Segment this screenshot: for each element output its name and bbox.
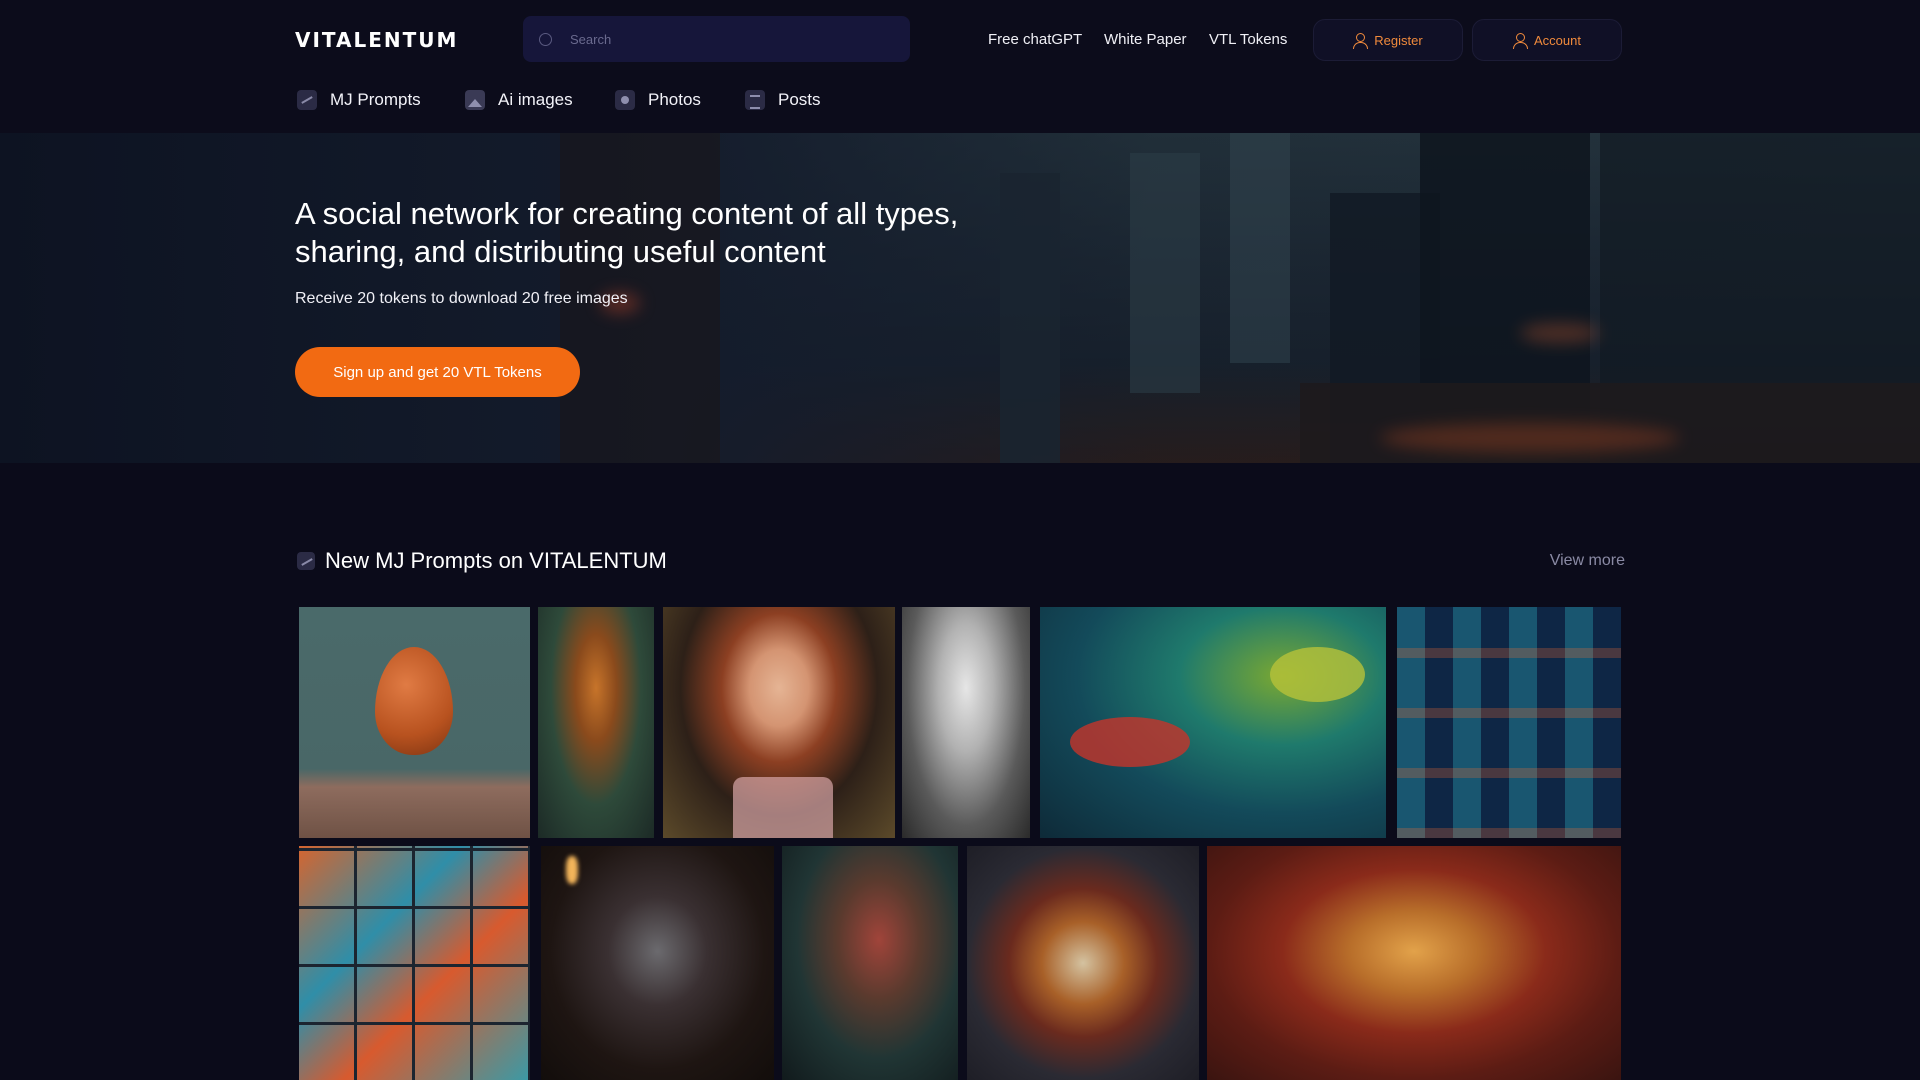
gallery-tile-fish[interactable] xyxy=(1040,607,1386,838)
user-icon xyxy=(1353,32,1369,49)
category-mj-prompts[interactable]: MJ Prompts xyxy=(297,90,421,110)
site-logo[interactable]: VITALENTUM xyxy=(295,28,458,52)
account-label: Account xyxy=(1534,32,1581,48)
hero-subtitle: Receive 20 tokens to download 20 free im… xyxy=(295,290,628,307)
gallery-tile-raccoon[interactable] xyxy=(541,846,774,1080)
gallery-tile-tiger[interactable] xyxy=(538,607,654,838)
hero-title: A social network for creating content of… xyxy=(295,196,959,269)
trend-icon xyxy=(297,552,315,570)
view-more-link[interactable]: View more xyxy=(1550,552,1625,570)
search-icon xyxy=(539,32,552,46)
search-bar[interactable] xyxy=(523,16,910,62)
register-label: Register xyxy=(1374,32,1423,48)
section-title: New MJ Prompts on VITALENTUM xyxy=(325,548,667,573)
nav-vtl-tokens[interactable]: VTL Tokens xyxy=(1209,31,1287,48)
signup-cta-button[interactable]: Sign up and get 20 VTL Tokens xyxy=(295,347,580,397)
category-posts[interactable]: Posts xyxy=(745,90,821,110)
image-icon xyxy=(465,90,485,110)
trend-icon xyxy=(297,90,317,110)
search-input[interactable] xyxy=(570,31,870,47)
hero-banner: A social network for creating content of… xyxy=(0,133,1920,463)
section-heading: New MJ Prompts on VITALENTUM xyxy=(297,548,667,574)
account-button[interactable]: Account xyxy=(1472,19,1622,61)
gallery-tile-lion[interactable] xyxy=(1207,846,1621,1080)
nav-free-chatgpt[interactable]: Free chatGPT xyxy=(988,31,1082,48)
category-ai-images[interactable]: Ai images xyxy=(465,90,573,110)
category-label: MJ Prompts xyxy=(330,90,421,109)
register-button[interactable]: Register xyxy=(1313,19,1463,61)
category-label: Posts xyxy=(778,90,821,109)
nav-white-paper[interactable]: White Paper xyxy=(1104,31,1187,48)
category-label: Ai images xyxy=(498,90,573,109)
gallery-tile-ornate-lion[interactable] xyxy=(967,846,1199,1080)
gallery-tile-chameleon[interactable] xyxy=(782,846,958,1080)
gallery-tile-egg[interactable] xyxy=(299,607,530,838)
gallery-tile-woman[interactable] xyxy=(663,607,895,838)
top-header: VITALENTUM Free chatGPT White Paper VTL … xyxy=(0,0,1920,133)
posts-icon xyxy=(745,90,765,110)
category-photos[interactable]: Photos xyxy=(615,90,701,110)
gallery-tile-cats-grid[interactable] xyxy=(299,846,530,1080)
gallery-tile-bw-woman[interactable] xyxy=(902,607,1030,838)
user-icon xyxy=(1513,32,1528,49)
gallery-tile-cats-blue[interactable] xyxy=(1397,607,1621,838)
category-label: Photos xyxy=(648,90,701,109)
photo-icon xyxy=(615,90,635,110)
